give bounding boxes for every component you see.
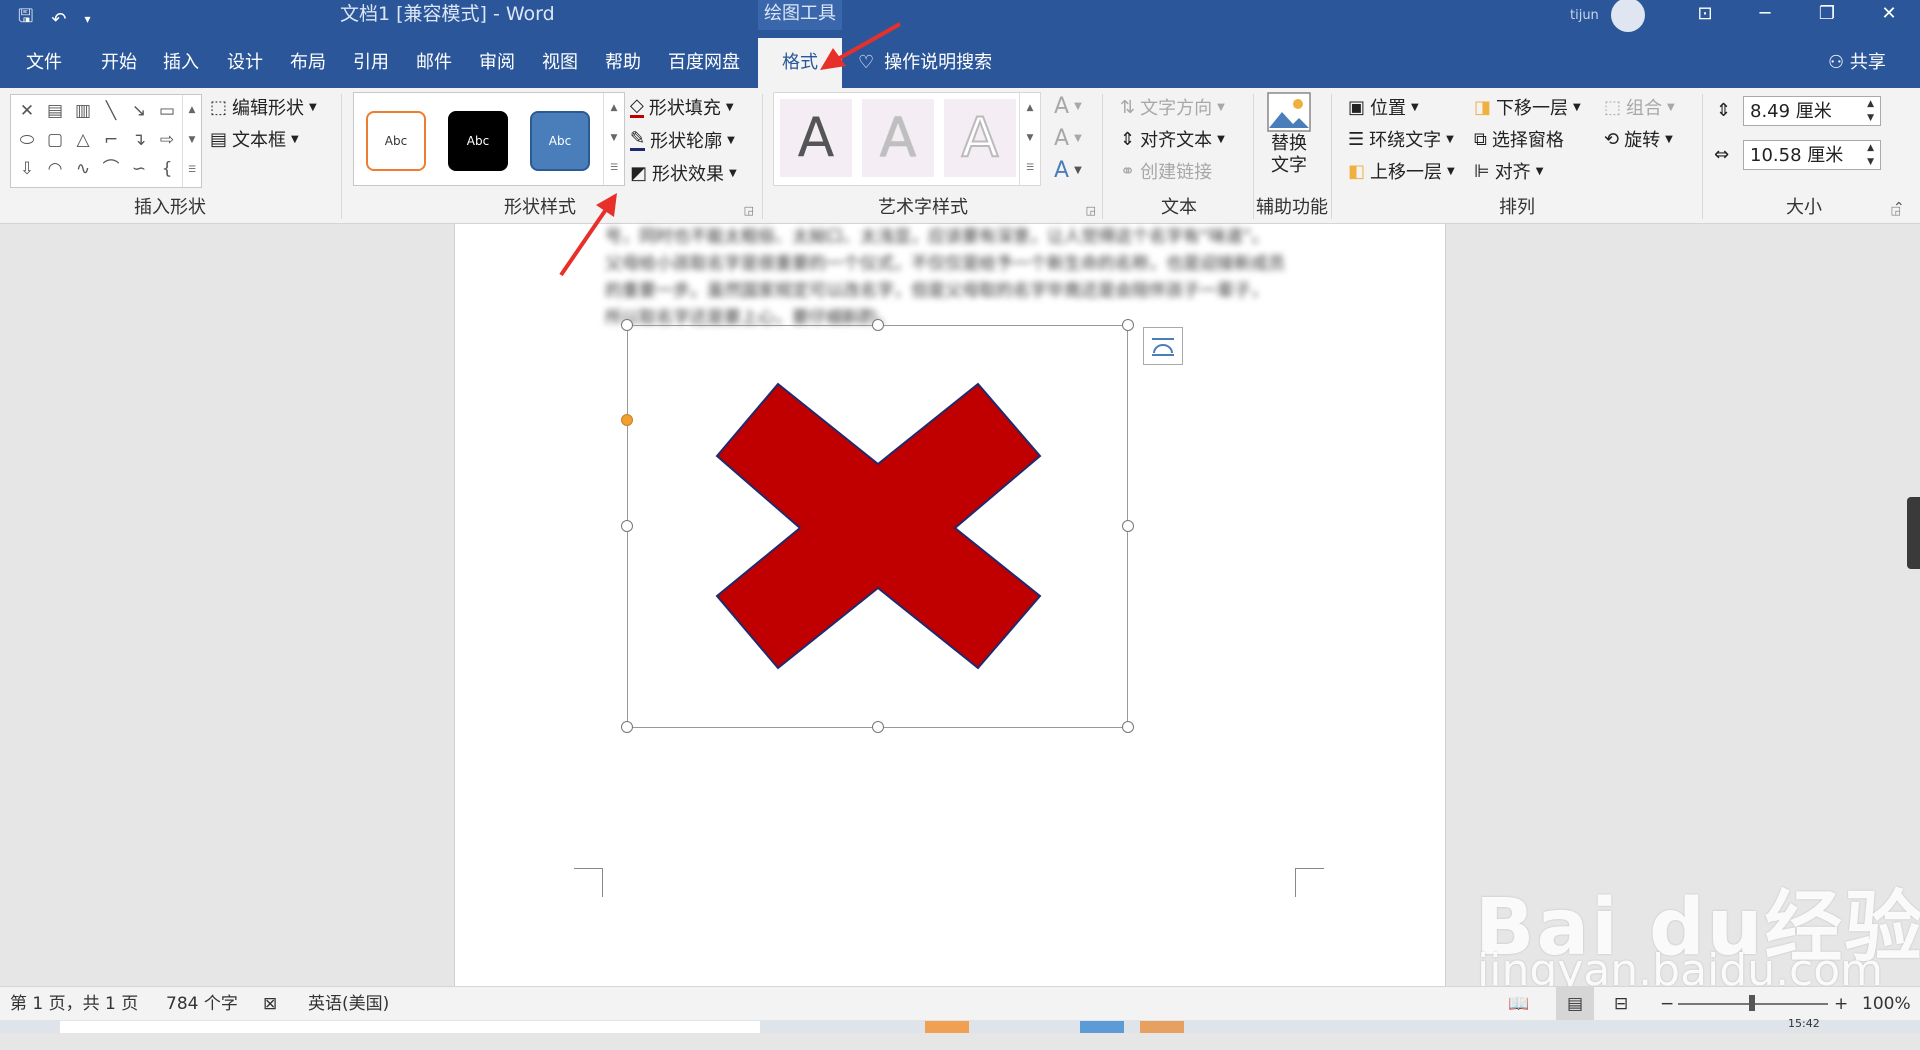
side-panel-handle[interactable] (1907, 497, 1920, 569)
page-count[interactable]: 第 1 页，共 1 页 (10, 987, 138, 1021)
taskbar-app[interactable] (1080, 1021, 1124, 1033)
zoom-level[interactable]: 100% (1862, 987, 1911, 1021)
taskbar-search[interactable] (60, 1021, 760, 1033)
proofing-icon[interactable]: ⊠ (263, 987, 277, 1021)
annotation-arrow-shape-styles (559, 193, 617, 277)
taskbar-app[interactable] (925, 1021, 969, 1033)
word-count[interactable]: 784 个字 (166, 987, 238, 1021)
taskbar-app[interactable] (1140, 1021, 1184, 1033)
status-bar: 第 1 页，共 1 页 784 个字 ⊠ 英语(美国) 📖 ▤ ⊟ − + 10… (0, 986, 1920, 1021)
zoom-out-button[interactable]: − (1660, 987, 1674, 1021)
clock: 15:42 (1788, 1017, 1820, 1030)
annotation-arrow-format-tab (820, 22, 901, 70)
zoom-in-button[interactable]: + (1834, 987, 1848, 1021)
baidu-jingyan-watermark: Bai du经验 jingyan.baidu.com (1475, 825, 1920, 996)
taskbar-strip: 15:42 (0, 1017, 1920, 1033)
print-layout-icon[interactable]: ▤ (1556, 987, 1594, 1021)
read-mode-icon[interactable]: 📖 (1508, 987, 1529, 1021)
zoom-slider-thumb[interactable] (1749, 995, 1755, 1011)
language-indicator[interactable]: 英语(美国) (308, 987, 389, 1021)
web-layout-icon[interactable]: ⊟ (1614, 987, 1628, 1021)
